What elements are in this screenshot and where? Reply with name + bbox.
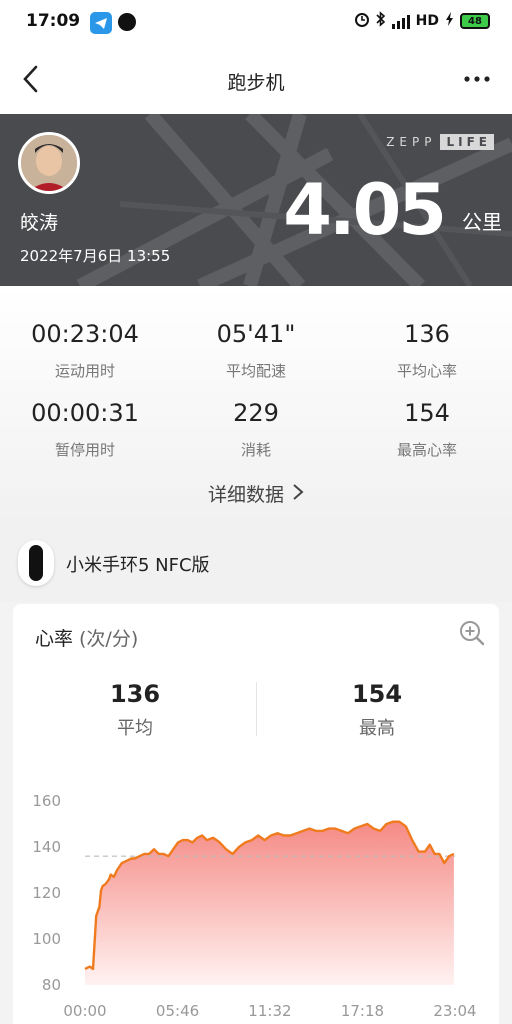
brand-left: ZEPP — [386, 135, 437, 149]
stat-label: 消耗 — [240, 441, 271, 459]
zepp-life-logo: ZEPP LIFE — [386, 134, 494, 150]
distance-unit: 公里 — [462, 210, 502, 234]
heart-rate-chart: 80 100 120 140 160 00:00 05:46 11:32 17:18 23:04 — [32, 792, 476, 1020]
stat-label: 平均配速 — [225, 362, 286, 380]
stat-value: 154 — [404, 399, 450, 427]
nav-bar: 跑步机 — [0, 44, 512, 114]
y-tick-label: 120 — [32, 884, 61, 902]
chevron-right-icon — [292, 483, 304, 506]
stat-value: 05'41" — [216, 320, 296, 348]
brand-right: LIFE — [440, 134, 494, 150]
device-row[interactable]: 小米手环5 NFC版 — [0, 522, 512, 602]
network-label: HD — [415, 13, 439, 29]
avatar[interactable] — [18, 132, 80, 194]
heart-rate-average-value: 136 — [109, 680, 161, 708]
heart-rate-max-label: 最高 — [359, 718, 395, 739]
heart-rate-area — [85, 821, 454, 985]
stat-calories: 229 消耗 — [171, 399, 341, 460]
detail-data-label: 详细数据 — [207, 484, 284, 506]
heart-rate-card: 心率 (次/分) 136 平均 154 最高 80 100 120 140 160 00:0… — [13, 604, 499, 1024]
heart-rate-max-value: 154 — [351, 680, 403, 708]
heart-rate-unit: (次/分) — [79, 628, 139, 650]
x-tick-label: 11:32 — [248, 1002, 291, 1020]
page-title: 跑步机 — [227, 72, 285, 94]
heart-rate-max: 154 最高 — [287, 680, 467, 740]
x-tick-label: 05:46 — [156, 1002, 199, 1020]
status-bar: 17:09 HD 48 — [0, 0, 512, 44]
user-name: 皎涛 — [20, 212, 59, 234]
workout-datetime: 2022年7月6日 13:55 — [20, 247, 171, 265]
stat-label: 平均心率 — [396, 362, 457, 380]
telegram-icon — [90, 12, 112, 34]
heart-rate-average: 136 平均 — [45, 680, 225, 740]
device-name: 小米手环5 NFC版 — [66, 555, 210, 576]
stat-value: 136 — [404, 320, 450, 348]
more-icon — [464, 76, 490, 82]
heart-rate-title: 心率 (次/分) — [35, 624, 138, 651]
workout-stats: 00:23:04 运动用时 05'41" 平均配速 136 平均心率 00:00… — [0, 286, 512, 522]
heart-rate-title-text: 心率 — [35, 628, 74, 650]
divider — [256, 682, 257, 736]
x-tick-label: 17:18 — [341, 1002, 384, 1020]
alarm-icon — [354, 11, 370, 31]
chat-icon — [118, 13, 136, 31]
stat-value: 00:00:31 — [31, 399, 139, 427]
more-button[interactable] — [462, 66, 492, 92]
zoom-in-icon — [460, 621, 485, 646]
avatar-image — [21, 135, 77, 191]
y-tick-label: 100 — [32, 930, 61, 948]
x-tick-label: 23:04 — [433, 1002, 476, 1020]
y-tick-label: 80 — [42, 976, 61, 994]
bluetooth-icon — [376, 11, 386, 31]
band-icon — [18, 540, 54, 586]
signal-icon — [391, 13, 410, 29]
y-tick-label: 160 — [32, 792, 61, 810]
battery-icon: 48 — [460, 13, 490, 29]
stat-pace: 05'41" 平均配速 — [171, 320, 341, 381]
workout-header: 皎涛 2022年7月6日 13:55 ZEPP LIFE 4.05 公里 — [0, 114, 512, 286]
y-tick-label: 140 — [32, 838, 61, 856]
heart-rate-average-label: 平均 — [117, 718, 153, 739]
detail-data-link[interactable]: 详细数据 — [0, 480, 512, 507]
stat-duration: 00:23:04 运动用时 — [0, 320, 170, 381]
stat-value: 229 — [233, 399, 279, 427]
stat-value: 00:23:04 — [31, 320, 139, 348]
zoom-in-button[interactable] — [459, 620, 485, 646]
stat-label: 最高心率 — [396, 441, 457, 459]
distance-value: 4.05 — [283, 169, 447, 251]
stat-label: 暂停用时 — [54, 441, 115, 459]
stat-pause-time: 00:00:31 暂停用时 — [0, 399, 170, 460]
stat-label: 运动用时 — [54, 362, 115, 380]
status-icons: HD 48 — [354, 11, 490, 31]
stat-max-heart-rate: 154 最高心率 — [342, 399, 512, 460]
x-tick-label: 00:00 — [63, 1002, 106, 1020]
status-time: 17:09 — [26, 11, 81, 31]
charging-icon — [445, 11, 454, 31]
stat-avg-heart-rate: 136 平均心率 — [342, 320, 512, 381]
